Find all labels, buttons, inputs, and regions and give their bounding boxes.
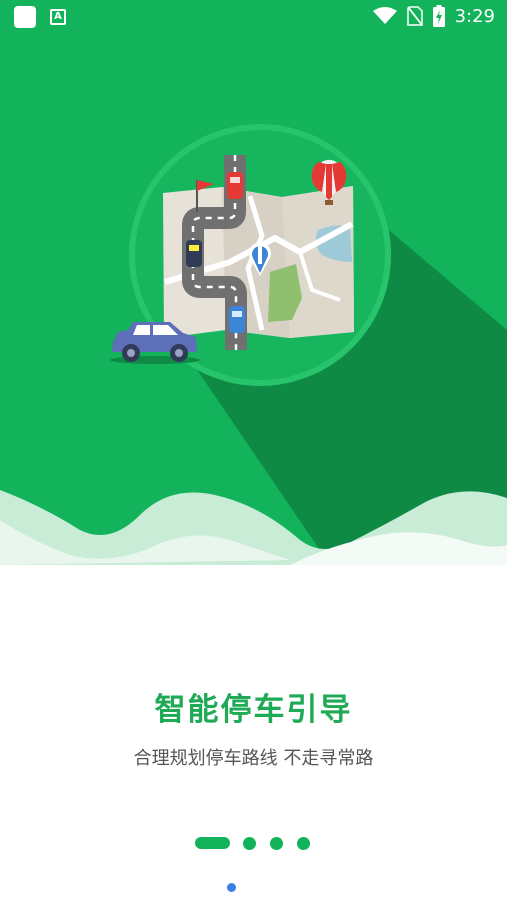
battery-charging-icon <box>432 5 445 27</box>
onboarding-title: 智能停车引导 <box>154 692 353 728</box>
accessibility-a-icon: A <box>50 9 66 25</box>
parking-map-illustration <box>0 124 507 565</box>
page-dot-2[interactable] <box>243 837 256 850</box>
no-sim-icon <box>406 6 423 26</box>
onboarding-hero <box>0 0 507 565</box>
wifi-icon <box>372 7 397 24</box>
page-dot-4[interactable] <box>297 837 310 850</box>
page-indicator <box>0 836 507 850</box>
blue-car-icon <box>229 306 245 333</box>
clock: 3:29 <box>454 5 495 27</box>
onboarding-subtitle: 合理规划停车路线 不走寻常路 <box>133 748 374 769</box>
a-icon-letter: A <box>54 11 62 22</box>
dark-car-icon <box>186 240 202 267</box>
red-car-icon <box>227 172 243 199</box>
page-dot-active[interactable] <box>195 837 230 849</box>
page-dot-3[interactable] <box>270 837 283 850</box>
blue-dot-indicator <box>227 883 236 892</box>
app-square-icon <box>14 6 36 28</box>
status-bar: A 3:29 <box>0 0 507 34</box>
